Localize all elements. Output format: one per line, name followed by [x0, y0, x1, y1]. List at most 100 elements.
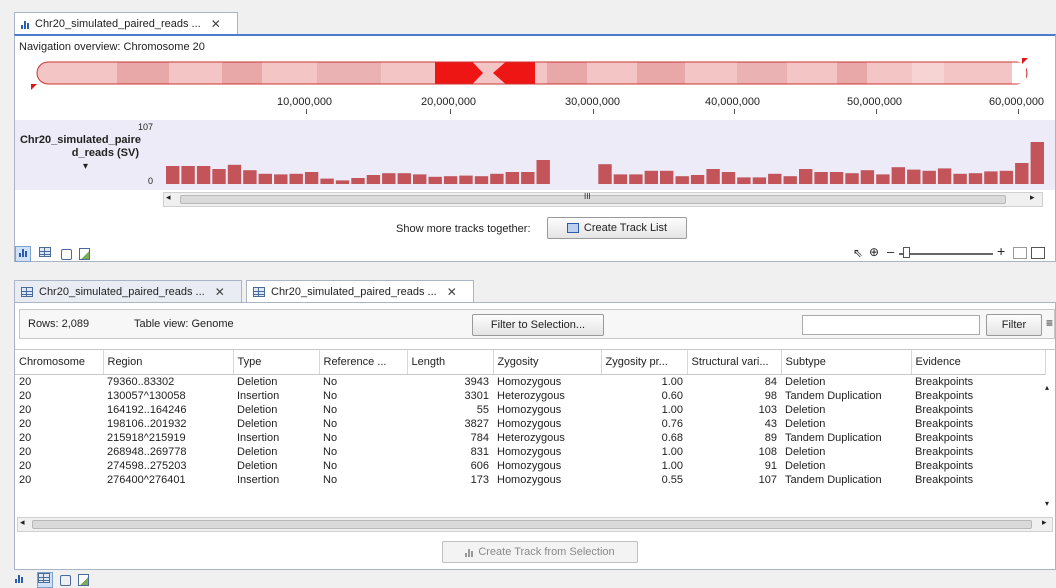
- track-horizontal-scrollbar[interactable]: ◂ ▸ III: [163, 192, 1043, 207]
- column-settings-icon[interactable]: ≡: [1046, 316, 1053, 330]
- table-view-icon[interactable]: [38, 246, 54, 262]
- track-dropdown-icon[interactable]: ▾: [17, 160, 141, 173]
- history-icon[interactable]: [61, 248, 73, 260]
- filter-button[interactable]: Filter: [986, 314, 1042, 336]
- table-row[interactable]: 20 215918^215919 Insertion No 784 Heterozygou…: [15, 431, 1045, 445]
- table-cell: Homozygous: [497, 459, 562, 472]
- view-tab-2[interactable]: Chr20_simulated_paired_reads ... ✕: [246, 280, 474, 302]
- column-header[interactable]: Reference ...: [319, 350, 408, 375]
- column-header[interactable]: Region: [103, 350, 234, 375]
- table-cell: 268948..269778: [107, 445, 187, 458]
- column-header[interactable]: Chromosome: [15, 350, 104, 375]
- table-cell: Deletion: [785, 375, 826, 388]
- coverage-bar: [335, 180, 350, 184]
- pointer-icon[interactable]: ⇖: [853, 246, 863, 260]
- create-track-from-selection-button[interactable]: Create Track from Selection: [442, 541, 638, 563]
- zoom-slider[interactable]: [899, 253, 993, 255]
- column-header[interactable]: Length: [407, 350, 494, 375]
- scroll-left-icon[interactable]: ◂: [166, 192, 171, 203]
- zoom-slider-handle[interactable]: [903, 247, 910, 258]
- scroll-left-icon[interactable]: ◂: [20, 517, 25, 528]
- vertical-scroll-up-icon[interactable]: ▴: [1045, 383, 1049, 392]
- coverage-bar: [413, 174, 427, 184]
- table-view-label: Table view: Genome: [134, 318, 234, 330]
- track-name-line1: Chr20_simulated_paire: [19, 134, 141, 146]
- column-header[interactable]: Zygosity: [493, 350, 602, 375]
- annotation-icon[interactable]: [78, 574, 90, 586]
- coverage-bar: [598, 164, 612, 184]
- table-row[interactable]: 20 164192..164246 Deletion No 55 Homozygous 1.…: [15, 403, 1045, 417]
- column-header[interactable]: Evidence: [911, 350, 1046, 375]
- coverage-bar: [382, 173, 396, 184]
- column-header[interactable]: Zygosity pr...: [601, 350, 688, 375]
- table-cell: No: [323, 417, 338, 430]
- table-cell: 1.00: [661, 459, 683, 472]
- create-track-list-button[interactable]: Create Track List: [547, 217, 687, 239]
- coverage-bars[interactable]: [165, 120, 1045, 186]
- track-list-icon: [566, 223, 579, 233]
- track-max-value: 107: [137, 122, 153, 132]
- table-cell: 20: [19, 473, 32, 486]
- fit-page-icon[interactable]: [1031, 247, 1045, 259]
- zoom-out-icon[interactable]: –: [887, 244, 894, 259]
- table-row[interactable]: 20 276400^276401 Insertion No 173 Homozygous 0…: [15, 473, 1045, 487]
- coverage-bar: [737, 177, 751, 184]
- coverage-bar: [505, 172, 519, 184]
- column-header[interactable]: Type: [233, 350, 320, 375]
- track-name[interactable]: Chr20_simulated_paire d_reads (SV) ▾: [17, 134, 141, 173]
- close-icon[interactable]: ✕: [215, 285, 225, 299]
- table-row[interactable]: 20 274598..275203 Deletion No 606 Homozygous 1…: [15, 459, 1045, 473]
- table-cell: Homozygous: [497, 375, 562, 388]
- filter-input[interactable]: [802, 315, 980, 335]
- graphical-view-icon[interactable]: [15, 246, 31, 262]
- table-cell: Tandem Duplication: [785, 389, 882, 402]
- table-cell: Deletion: [785, 445, 826, 458]
- show-more-tracks-label: Show more tracks together:: [396, 223, 531, 235]
- chromosome-ideogram[interactable]: [17, 54, 1056, 92]
- table-cell: Breakpoints: [915, 459, 974, 472]
- table-cell: Breakpoints: [915, 473, 974, 486]
- table-cell: 1.00: [661, 403, 683, 416]
- table-cell: 79360..83302: [107, 375, 175, 388]
- scroll-right-icon[interactable]: ▸: [1042, 517, 1047, 528]
- table-cell: 84: [764, 375, 777, 388]
- scrollbar-thumb[interactable]: [180, 195, 1006, 204]
- coverage-bar: [1015, 163, 1029, 184]
- table-row[interactable]: 20 198106..201932 Deletion No 3827 Homozygous…: [15, 417, 1045, 431]
- view-tab-1[interactable]: Chr20_simulated_paired_reads ... ✕: [14, 280, 242, 302]
- scroll-right-icon[interactable]: ▸: [1030, 192, 1035, 203]
- table-cell: Deletion: [785, 417, 826, 430]
- table-cell: Deletion: [237, 403, 278, 416]
- table-row[interactable]: 20 130057^130058 Insertion No 3301 Heterozygo…: [15, 389, 1045, 403]
- table-cell: Breakpoints: [915, 375, 974, 388]
- table-cell: 274598..275203: [107, 459, 187, 472]
- coverage-bar: [629, 174, 643, 184]
- filter-to-selection-button[interactable]: Filter to Selection...: [472, 314, 604, 336]
- column-header[interactable]: Structural vari...: [687, 350, 782, 375]
- ruler-tick-label: 20,000,000: [421, 96, 477, 108]
- table-cell: 164192..164246: [107, 403, 187, 416]
- coverage-bar: [397, 173, 411, 184]
- table-horizontal-scrollbar[interactable]: ◂ ▸: [17, 517, 1053, 532]
- table-row[interactable]: 20 79360..83302 Deletion No 3943 Homozygous 1.…: [15, 374, 1045, 389]
- table-row[interactable]: 20 268948..269778 Deletion No 831 Homozygous 1…: [15, 445, 1045, 459]
- scrollbar-thumb[interactable]: [32, 520, 1032, 529]
- history-icon[interactable]: [60, 574, 72, 586]
- table-cell: 198106..201932: [107, 417, 187, 430]
- scroll-grip: III: [584, 192, 591, 201]
- vertical-scroll-down-icon[interactable]: ▾: [1045, 499, 1049, 508]
- close-icon[interactable]: ✕: [447, 285, 457, 299]
- graphical-view-icon[interactable]: [14, 572, 30, 588]
- annotation-icon[interactable]: [79, 248, 91, 260]
- zoom-in-plus-icon[interactable]: +: [997, 243, 1005, 259]
- fit-width-icon[interactable]: [1013, 247, 1027, 259]
- zoom-in-icon[interactable]: ⊕: [869, 245, 879, 259]
- column-header[interactable]: Subtype: [781, 350, 912, 375]
- table-view-icon[interactable]: [37, 572, 54, 588]
- coverage-bar: [443, 176, 458, 184]
- coverage-bar: [304, 172, 319, 184]
- top-editor-tab[interactable]: Chr20_simulated_paired_reads ... ✕: [14, 12, 238, 34]
- table-cell: No: [323, 431, 338, 444]
- table-cell: 20: [19, 431, 32, 444]
- close-icon[interactable]: ✕: [211, 17, 221, 31]
